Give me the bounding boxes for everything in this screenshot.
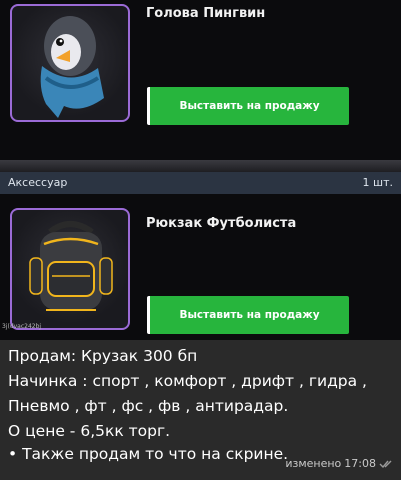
message-line: Пневмо , фт , фс , фв , антирадар.: [8, 397, 289, 415]
backpack-icon: [29, 221, 113, 311]
sell-button[interactable]: Выставить на продажу: [147, 296, 349, 334]
message-line: Продам: Крузак 300 бп: [8, 347, 198, 365]
item-card: 3j(dvac242bj Рюкзак Футболиста Выставить…: [0, 194, 401, 340]
edited-label: изменено: [285, 457, 342, 470]
category-label: Аксессуар: [8, 176, 68, 189]
message-bubble: Продам: Крузак 300 бп Начинка : спорт , …: [0, 340, 401, 480]
message-line: О цене - 6,5кк торг.: [8, 422, 171, 440]
item-title: Голова Пингвин: [146, 6, 266, 21]
item-thumbnail[interactable]: [10, 208, 130, 330]
item-card: Голова Пингвин Выставить на продажу: [0, 0, 401, 160]
sell-button[interactable]: Выставить на продажу: [147, 87, 349, 125]
message-line: Начинка : спорт , комфорт , дрифт , гидр…: [8, 372, 367, 390]
inventory-screenshot: Голова Пингвин Выставить на продажу Аксе…: [0, 0, 401, 340]
message-meta: изменено 17:08: [285, 453, 395, 474]
double-check-icon: [379, 460, 392, 468]
message-line: • Также продам то что на скрине.: [8, 445, 289, 463]
item-title: Рюкзак Футболиста: [146, 216, 297, 231]
penguin-head-icon: [40, 16, 104, 118]
item-thumbnail[interactable]: [10, 4, 130, 122]
item-id-label: 3j(dvac242bj: [2, 323, 42, 330]
category-quantity: 1 шт.: [362, 176, 393, 189]
category-bar: Аксессуар 1 шт.: [0, 172, 401, 194]
card-divider: [0, 160, 401, 172]
message-time: 17:08: [344, 457, 376, 470]
